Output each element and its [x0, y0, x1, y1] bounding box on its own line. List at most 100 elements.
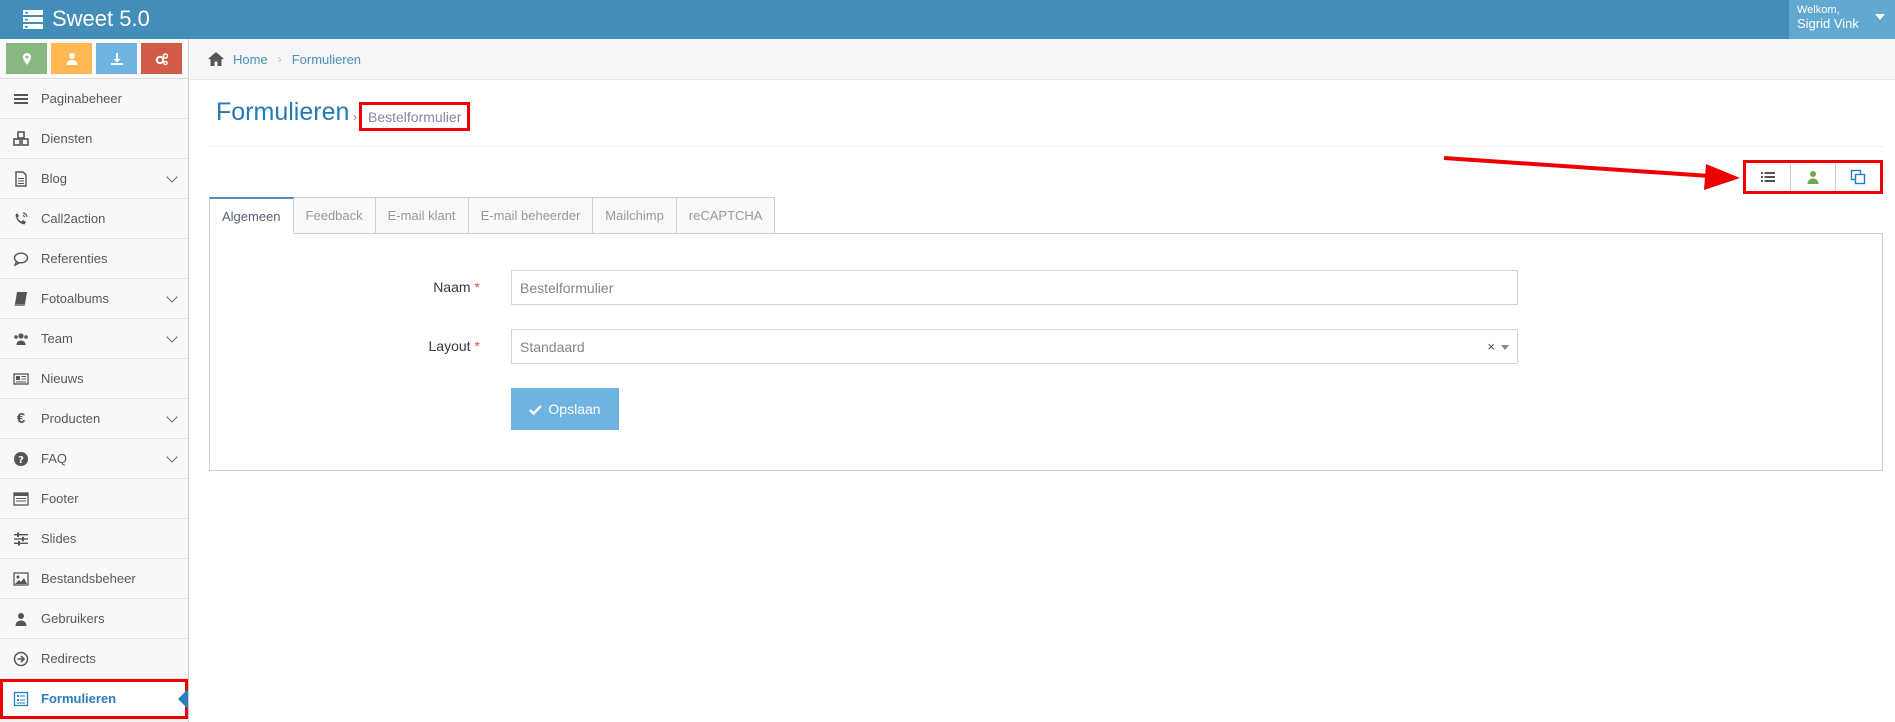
question-circle-icon: ? — [12, 450, 30, 468]
sidebar-item-redirects[interactable]: Redirects — [0, 639, 188, 679]
chevron-down-icon — [166, 171, 178, 183]
sidebar-item-blog[interactable]: Blog — [0, 159, 188, 199]
shortcut-button-user[interactable] — [51, 43, 92, 74]
chevron-down-icon — [166, 291, 178, 303]
file-text-icon — [12, 170, 30, 188]
download-icon — [110, 52, 123, 65]
sidebar-item-call2action[interactable]: Call2action — [0, 199, 188, 239]
tab-email-beheerder[interactable]: E-mail beheerder — [468, 197, 594, 234]
tab-email-klant[interactable]: E-mail klant — [375, 197, 469, 234]
required-marker: * — [474, 338, 480, 354]
tab-content: Naam* Layout* Standaard × Opslaan — [209, 233, 1883, 471]
breadcrumb-current[interactable]: Formulieren — [292, 52, 361, 67]
users-icon — [12, 330, 30, 348]
sidebar-item-label: Call2action — [41, 211, 106, 226]
user-button[interactable] — [1791, 163, 1836, 191]
breadcrumb-separator: › — [277, 52, 282, 66]
sidebar-item-label: FAQ — [41, 451, 68, 466]
copy-icon — [1850, 169, 1866, 185]
shortcut-button-location[interactable] — [6, 43, 47, 74]
comment-icon — [12, 250, 30, 268]
sidebar-item-label: Producten — [41, 411, 101, 426]
sidebar-item-formulieren[interactable]: Formulieren — [0, 679, 188, 719]
image-icon — [12, 570, 30, 588]
tab-algemeen[interactable]: Algemeen — [209, 197, 294, 234]
list-alt-icon — [12, 490, 30, 508]
sidebar-item-label: Redirects — [41, 651, 96, 666]
chevron-down-icon — [166, 451, 178, 463]
sidebar-item-label: Nieuws — [41, 371, 84, 386]
app-title: Sweet 5.0 — [52, 6, 150, 31]
sidebar-item-footer[interactable]: Footer — [0, 479, 188, 519]
list-button[interactable] — [1746, 163, 1791, 191]
title-separator: › — [353, 110, 357, 124]
annotation-arrow — [1443, 156, 1740, 190]
sidebar-item-diensten[interactable]: Diensten — [0, 119, 188, 159]
sidebar-item-label: Team — [41, 331, 73, 346]
sidebar-shortcuts — [0, 39, 188, 79]
sidebar-item-referenties[interactable]: Referenties — [0, 239, 188, 279]
home-icon — [208, 52, 224, 66]
layout-label-text: Layout — [428, 338, 471, 354]
svg-text:?: ? — [18, 455, 24, 466]
toolbar — [1743, 160, 1883, 194]
page-header: Formulieren › Bestelformulier — [208, 80, 1883, 147]
tab-mailchimp[interactable]: Mailchimp — [593, 197, 677, 234]
check-icon — [529, 404, 543, 415]
required-marker: * — [474, 279, 480, 295]
sidebar-item-gebruikers[interactable]: Gebruikers — [0, 599, 188, 639]
layout-label: Layout * — [429, 338, 481, 354]
chevron-down-icon — [166, 411, 178, 423]
clear-selection-icon[interactable]: × — [1487, 339, 1495, 354]
tab-bar: Algemeen Feedback E-mail klant E-mail be… — [209, 197, 776, 234]
top-navbar: Sweet 5.0 Welkom, Sigrid Vink — [0, 0, 1895, 39]
list-icon — [1761, 172, 1775, 182]
sidebar-item-label: Referenties — [41, 251, 108, 266]
form-icon — [12, 690, 30, 708]
cubes-icon — [12, 130, 30, 148]
sidebar-item-faq[interactable]: ? FAQ — [0, 439, 188, 479]
map-marker-icon — [22, 52, 31, 65]
sidebar-item-bestandsbeheer[interactable]: Bestandsbeheer — [0, 559, 188, 599]
sidebar-item-slides[interactable]: Slides — [0, 519, 188, 559]
server-icon — [23, 10, 43, 29]
tab-recaptcha[interactable]: reCAPTCHA — [676, 197, 776, 234]
breadcrumb-home[interactable]: Home — [233, 52, 268, 67]
sidebar-item-fotoalbums[interactable]: Fotoalbums — [0, 279, 188, 319]
chevron-down-icon — [166, 331, 178, 343]
naam-input[interactable] — [511, 270, 1518, 305]
cogs-icon — [155, 52, 168, 65]
welcome-text: Welkom, — [1797, 4, 1840, 16]
save-button[interactable]: Opslaan — [511, 388, 619, 430]
user-menu[interactable]: Welkom, Sigrid Vink — [1789, 0, 1895, 39]
user-icon — [12, 610, 30, 628]
shortcut-button-settings[interactable] — [141, 43, 182, 74]
copy-button[interactable] — [1836, 163, 1880, 191]
sidebar-item-label: Paginabeheer — [41, 91, 122, 106]
sidebar-item-label: Footer — [41, 491, 79, 506]
active-indicator — [178, 689, 188, 709]
layout-select[interactable]: Standaard × — [511, 329, 1518, 364]
shortcut-button-download[interactable] — [96, 43, 137, 74]
euro-icon: € — [16, 410, 26, 427]
sliders-icon — [12, 530, 30, 548]
sidebar-item-producten[interactable]: € Producten — [0, 399, 188, 439]
page-title: Formulieren — [216, 98, 350, 126]
sidebar-item-team[interactable]: Team — [0, 319, 188, 359]
brand[interactable]: Sweet 5.0 — [22, 6, 150, 32]
save-button-label: Opslaan — [548, 401, 601, 417]
arrow-circle-right-icon — [12, 650, 30, 668]
user-icon — [66, 52, 77, 65]
sidebar-item-label: Bestandsbeheer — [41, 571, 136, 586]
sidebar-item-label: Slides — [41, 531, 77, 546]
sidebar-item-paginabeheer[interactable]: Paginabeheer — [0, 79, 188, 119]
tab-feedback[interactable]: Feedback — [293, 197, 376, 234]
sidebar-item-label: Gebruikers — [41, 611, 105, 626]
sidebar-item-nieuws[interactable]: Nieuws — [0, 359, 188, 399]
user-name: Sigrid Vink — [1797, 16, 1859, 31]
bars-icon — [12, 90, 30, 108]
newspaper-icon — [12, 370, 30, 388]
dropdown-arrow-icon[interactable] — [1501, 345, 1509, 350]
layout-selected-value: Standaard — [520, 338, 585, 355]
naam-label-text: Naam — [433, 279, 471, 295]
